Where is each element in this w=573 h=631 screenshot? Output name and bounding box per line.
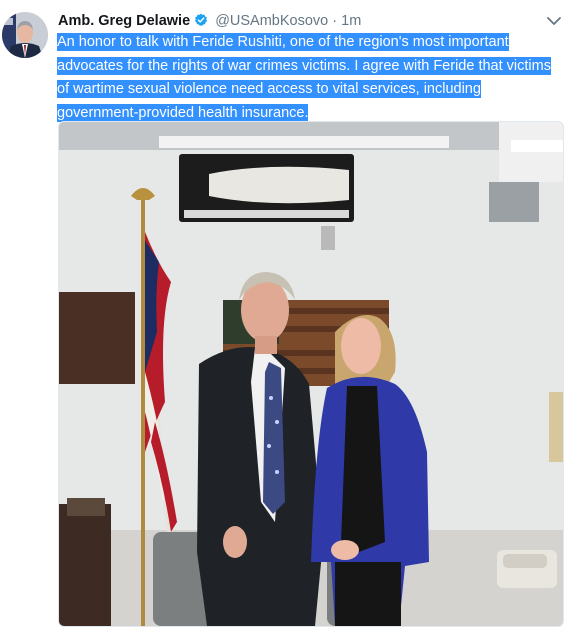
avatar[interactable] [2, 12, 48, 58]
chevron-down-icon[interactable] [546, 14, 562, 26]
tweet-header: Amb. Greg Delawie @USAmbKosovo · 1m [58, 12, 538, 32]
separator-dot: · [332, 13, 338, 29]
author-handle[interactable]: @USAmbKosovo [215, 13, 328, 29]
verified-badge-icon [194, 13, 208, 32]
author-name[interactable]: Amb. Greg Delawie [58, 13, 190, 29]
photo-illustration [59, 122, 563, 626]
tweet-text[interactable]: An honor to talk with Feride Rushiti, on… [57, 31, 557, 125]
tweet-timestamp[interactable]: 1m [341, 13, 361, 29]
tweet[interactable]: Amb. Greg Delawie @USAmbKosovo · 1m An h… [0, 0, 573, 631]
tweet-text-content: An honor to talk with Feride Rushiti, on… [57, 33, 551, 122]
tweet-photo[interactable] [58, 121, 564, 627]
